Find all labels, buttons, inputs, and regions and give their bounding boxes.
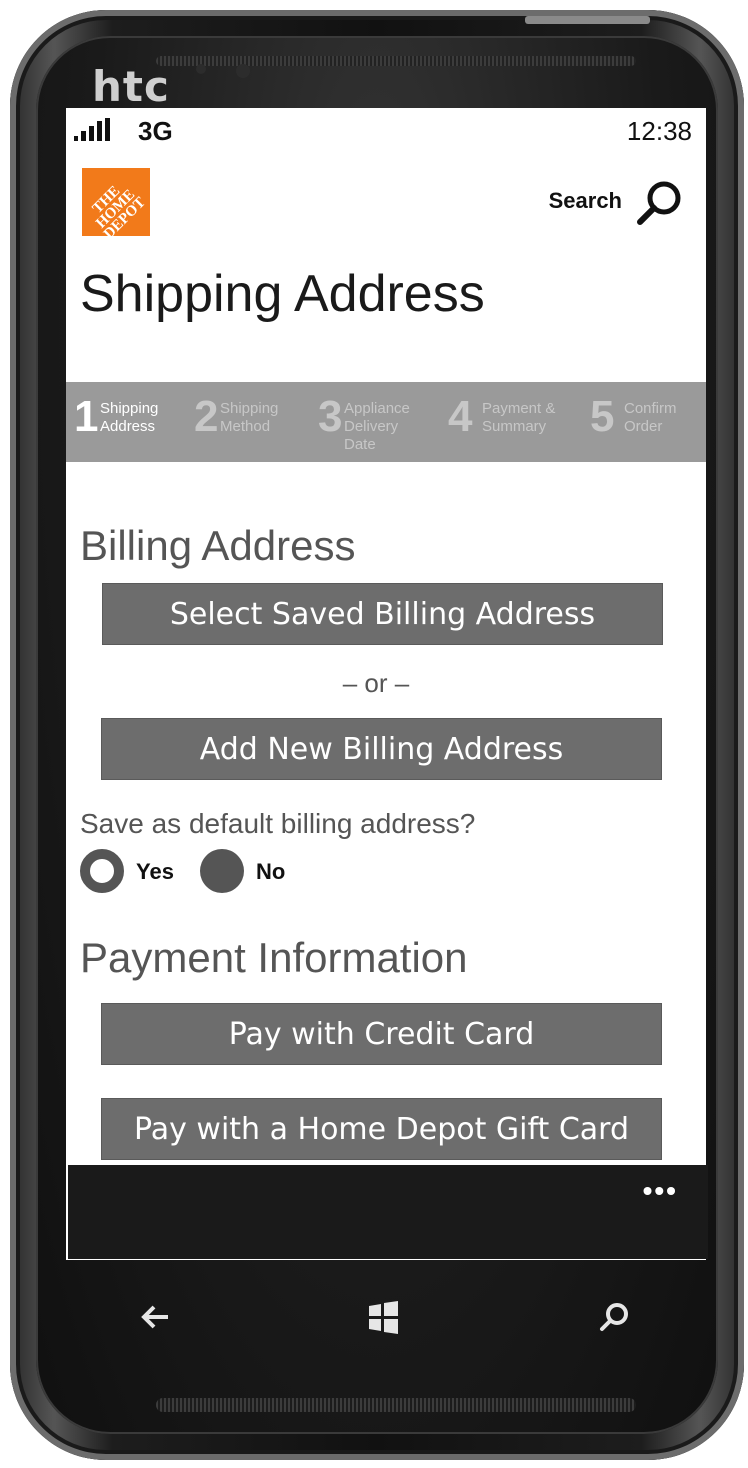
pay-with-gift-card-button[interactable]: Pay with a Home Depot Gift Card: [101, 1098, 662, 1160]
status-bar: 3G 12:38: [66, 108, 706, 154]
logo-text: THE HOME DEPOT: [89, 183, 149, 236]
pay-with-credit-card-button[interactable]: Pay with Credit Card: [101, 1003, 662, 1065]
add-new-billing-address-button[interactable]: Add New Billing Address: [101, 718, 662, 780]
or-divider: – or –: [342, 668, 410, 698]
no-label[interactable]: No: [256, 859, 285, 885]
step-label: Payment & Summary: [482, 400, 556, 435]
step-number: 2: [194, 392, 219, 441]
page-title: Shipping Address: [80, 265, 485, 323]
windows-logo-icon[interactable]: [358, 1292, 408, 1342]
step-label: Shipping Method: [220, 400, 279, 435]
search-label[interactable]: Search: [549, 188, 622, 214]
step-number: 3: [318, 392, 343, 441]
search-icon[interactable]: [634, 178, 684, 228]
step-number: 4: [448, 392, 473, 441]
yes-label[interactable]: Yes: [136, 859, 174, 885]
application-bar: •••: [68, 1165, 708, 1259]
step-number: 1: [74, 392, 99, 441]
save-default-question: Save as default billing address?: [80, 808, 476, 839]
power-button[interactable]: [525, 16, 650, 24]
home-depot-logo[interactable]: THE HOME DEPOT: [82, 168, 150, 236]
earpiece-grille: [156, 56, 636, 66]
step-number: 5: [590, 392, 615, 441]
select-saved-billing-address-button[interactable]: Select Saved Billing Address: [102, 583, 663, 645]
back-arrow-icon[interactable]: [130, 1292, 180, 1342]
step-label: Appliance Delivery Date: [344, 400, 410, 453]
search-key-icon[interactable]: [590, 1292, 640, 1342]
payment-information-heading: Payment Information: [80, 934, 468, 981]
sensor-dot: [196, 64, 206, 74]
ellipsis-icon[interactable]: •••: [643, 1175, 678, 1207]
signal-strength-icon: [74, 118, 110, 141]
checkout-steps: 1 Shipping Address 2 Shipping Method 3 A…: [66, 382, 706, 462]
front-camera: [236, 64, 250, 78]
step-label: Confirm Order: [624, 400, 677, 435]
clock: 12:38: [626, 116, 692, 146]
step-label: Shipping Address: [100, 400, 159, 435]
htc-logo: htc: [92, 62, 170, 111]
billing-address-heading: Billing Address: [80, 522, 356, 569]
yes-radio[interactable]: [80, 849, 124, 893]
no-radio[interactable]: [200, 849, 244, 893]
network-type: 3G: [138, 116, 173, 146]
speaker-grille: [156, 1398, 636, 1412]
screen: 3G 12:38 THE HOME DEPOT Search Shipping …: [66, 108, 706, 1260]
